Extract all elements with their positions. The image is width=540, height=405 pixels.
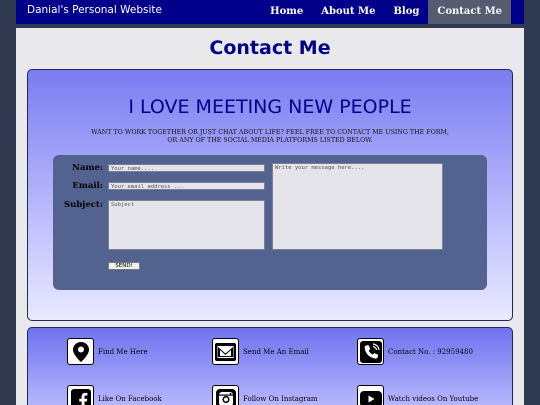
nav-links: Home About Me Blog Contact Me bbox=[261, 0, 511, 24]
phone-icon bbox=[357, 338, 384, 365]
location-pin-icon bbox=[67, 338, 94, 365]
nav-link-about-me[interactable]: About Me bbox=[312, 0, 384, 24]
social-phone-text: Contact No. : 92959480 bbox=[388, 347, 473, 356]
email-input[interactable]: Your email address ... bbox=[108, 182, 265, 190]
contact-headline: I LOVE MEETING NEW PEOPLE bbox=[128, 96, 412, 118]
top-navbar: Danial's Personal Website Home About Me … bbox=[16, 0, 524, 24]
email-icon bbox=[212, 338, 239, 365]
social-instagram-text: Follow On Instagram bbox=[243, 394, 318, 403]
nav-link-home[interactable]: Home bbox=[261, 0, 312, 24]
social-youtube-text: Watch videos On Youtube bbox=[388, 394, 479, 403]
contact-intro-line-1: WANT TO WORK TOGETHER OR JUST CHAT ABOUT… bbox=[91, 129, 449, 136]
social-youtube[interactable]: Watch videos On Youtube bbox=[357, 385, 478, 405]
main-content: Contact Me I LOVE MEETING NEW PEOPLE WAN… bbox=[16, 28, 524, 405]
contact-form: Name: Your name.... Email: Your email ad… bbox=[53, 155, 487, 290]
contact-intro-line-2: OR ANY OF THE SOCIAL MEDIA PLATFORMS LIS… bbox=[167, 137, 373, 144]
site-brand[interactable]: Danial's Personal Website bbox=[27, 4, 162, 16]
email-label: Email: bbox=[72, 181, 103, 191]
name-label: Name: bbox=[72, 163, 103, 173]
facebook-icon bbox=[67, 385, 94, 405]
page-title: Contact Me bbox=[209, 37, 331, 59]
nav-link-contact-me[interactable]: Contact Me bbox=[428, 0, 511, 24]
name-input[interactable]: Your name.... bbox=[108, 164, 265, 172]
social-section: Find Me Here Send Me An Email Contact No… bbox=[27, 327, 513, 405]
send-button[interactable]: SEND! bbox=[108, 262, 140, 270]
youtube-icon bbox=[357, 385, 384, 405]
subject-label: Subject: bbox=[64, 200, 103, 210]
social-location-text: Find Me Here bbox=[98, 347, 148, 356]
social-instagram[interactable]: Follow On Instagram bbox=[212, 385, 318, 405]
instagram-icon bbox=[212, 385, 239, 405]
social-facebook[interactable]: Like On Facebook bbox=[67, 385, 162, 405]
social-facebook-text: Like On Facebook bbox=[98, 394, 162, 403]
social-email[interactable]: Send Me An Email bbox=[212, 338, 309, 365]
social-email-text: Send Me An Email bbox=[243, 347, 309, 356]
subject-input[interactable]: Subject bbox=[108, 200, 265, 250]
message-textarea[interactable]: Write your message here.... bbox=[272, 163, 443, 250]
social-location[interactable]: Find Me Here bbox=[67, 338, 148, 365]
social-phone[interactable]: Contact No. : 92959480 bbox=[357, 338, 473, 365]
contact-section: I LOVE MEETING NEW PEOPLE WANT TO WORK T… bbox=[27, 69, 513, 321]
nav-link-blog[interactable]: Blog bbox=[384, 0, 428, 24]
contact-intro: WANT TO WORK TOGETHER OR JUST CHAT ABOUT… bbox=[28, 129, 512, 145]
